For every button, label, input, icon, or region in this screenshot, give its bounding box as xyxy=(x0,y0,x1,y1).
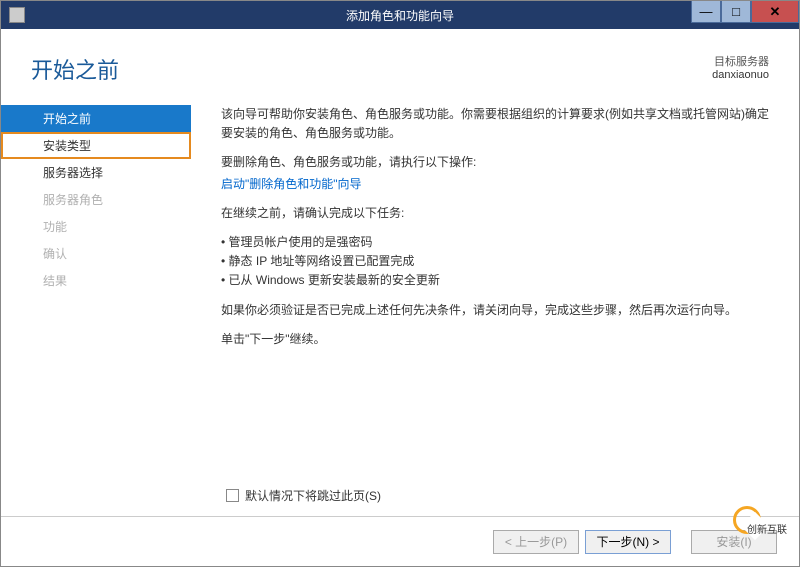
sidebar-item-server-roles: 服务器角色 xyxy=(1,186,191,213)
sidebar: 开始之前 安装类型 服务器选择 服务器角色 功能 确认 结果 xyxy=(1,103,191,359)
sidebar-item-server-selection[interactable]: 服务器选择 xyxy=(1,159,191,186)
intro-text: 该向导可帮助你安装角色、角色服务或功能。你需要根据组织的计算要求(例如共享文档或… xyxy=(221,105,771,143)
button-row: < 上一步(P) 下一步(N) > 安装(I) 取消 xyxy=(493,530,777,554)
sidebar-item-features: 功能 xyxy=(1,213,191,240)
footer: < 上一步(P) 下一步(N) > 安装(I) 取消 xyxy=(1,516,799,566)
skip-checkbox[interactable] xyxy=(226,489,239,502)
main-content: 该向导可帮助你安装角色、角色服务或功能。你需要根据组织的计算要求(例如共享文档或… xyxy=(191,103,799,359)
server-name: danxiaonuo xyxy=(712,69,769,81)
install-button: 安装(I) xyxy=(691,530,777,554)
sidebar-item-confirmation: 确认 xyxy=(1,240,191,267)
skip-checkbox-label: 默认情况下将跳过此页(S) xyxy=(245,487,381,504)
titlebar: 添加角色和功能向导 — □ ✕ xyxy=(1,1,799,29)
window-title: 添加角色和功能向导 xyxy=(346,7,454,24)
window-controls: — □ ✕ xyxy=(691,1,799,23)
server-info: 目标服务器 danxiaonuo xyxy=(712,53,769,81)
wizard-window: 添加角色和功能向导 — □ ✕ 开始之前 目标服务器 danxiaonuo 开始… xyxy=(0,0,800,567)
remove-roles-link[interactable]: 启动"删除角色和功能"向导 xyxy=(221,177,362,191)
verify-note: 如果你必须验证是否已完成上述任何先决条件，请关闭向导，完成这些步骤，然后再次运行… xyxy=(221,301,771,320)
minimize-button[interactable]: — xyxy=(691,1,721,23)
server-label: 目标服务器 xyxy=(712,53,769,69)
body-row: 开始之前 安装类型 服务器选择 服务器角色 功能 确认 结果 该向导可帮助你安装… xyxy=(1,103,799,359)
sidebar-item-installation-type[interactable]: 安装类型 xyxy=(1,132,191,159)
task-item: 管理员帐户使用的是强密码 xyxy=(221,233,771,252)
maximize-button[interactable]: □ xyxy=(721,1,751,23)
remove-label: 要删除角色、角色服务或功能，请执行以下操作: xyxy=(221,153,771,172)
skip-page-row[interactable]: 默认情况下将跳过此页(S) xyxy=(226,487,381,504)
sidebar-item-results: 结果 xyxy=(1,267,191,294)
page-title: 开始之前 xyxy=(31,53,119,85)
app-icon xyxy=(9,7,25,23)
sidebar-item-before-you-begin[interactable]: 开始之前 xyxy=(1,105,191,132)
header-row: 开始之前 目标服务器 danxiaonuo xyxy=(1,29,799,103)
previous-button: < 上一步(P) xyxy=(493,530,579,554)
next-button[interactable]: 下一步(N) > xyxy=(585,530,671,554)
task-list: 管理员帐户使用的是强密码 静态 IP 地址等网络设置已配置完成 已从 Windo… xyxy=(221,233,771,291)
task-item: 静态 IP 地址等网络设置已配置完成 xyxy=(221,252,771,271)
task-item: 已从 Windows 更新安装最新的安全更新 xyxy=(221,271,771,290)
continue-note: 单击"下一步"继续。 xyxy=(221,330,771,349)
content-area: 开始之前 目标服务器 danxiaonuo 开始之前 安装类型 服务器选择 服务… xyxy=(1,29,799,566)
verify-label: 在继续之前，请确认完成以下任务: xyxy=(221,204,771,223)
close-button[interactable]: ✕ xyxy=(751,1,799,23)
